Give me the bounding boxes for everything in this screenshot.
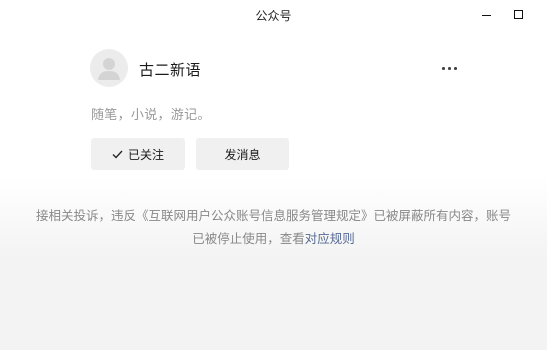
followed-button[interactable]: 已关注 bbox=[91, 138, 185, 170]
window-title: 公众号 bbox=[255, 9, 292, 23]
minimize-button[interactable] bbox=[478, 6, 496, 24]
send-message-button[interactable]: 发消息 bbox=[196, 138, 289, 170]
account-name: 古二新语 bbox=[139, 61, 202, 79]
maximize-button[interactable] bbox=[510, 6, 528, 24]
title-bar: 公众号 bbox=[0, 0, 547, 30]
send-message-label: 发消息 bbox=[224, 147, 261, 162]
blocked-notice-text: 接相关投诉，违反《互联网用户公众账号信息服务管理规定》已被屏蔽所有内容，账号已被… bbox=[35, 208, 511, 246]
blocked-notice: 接相关投诉，违反《互联网用户公众账号信息服务管理规定》已被屏蔽所有内容，账号已被… bbox=[30, 204, 517, 250]
avatar[interactable] bbox=[90, 49, 128, 87]
check-icon bbox=[112, 150, 123, 159]
more-button[interactable] bbox=[434, 57, 464, 79]
followed-label: 已关注 bbox=[127, 147, 164, 162]
rules-link[interactable]: 对应规则 bbox=[305, 231, 355, 246]
account-intro: 随笔，小说，游记。 bbox=[91, 108, 211, 123]
default-user-icon bbox=[98, 58, 120, 80]
